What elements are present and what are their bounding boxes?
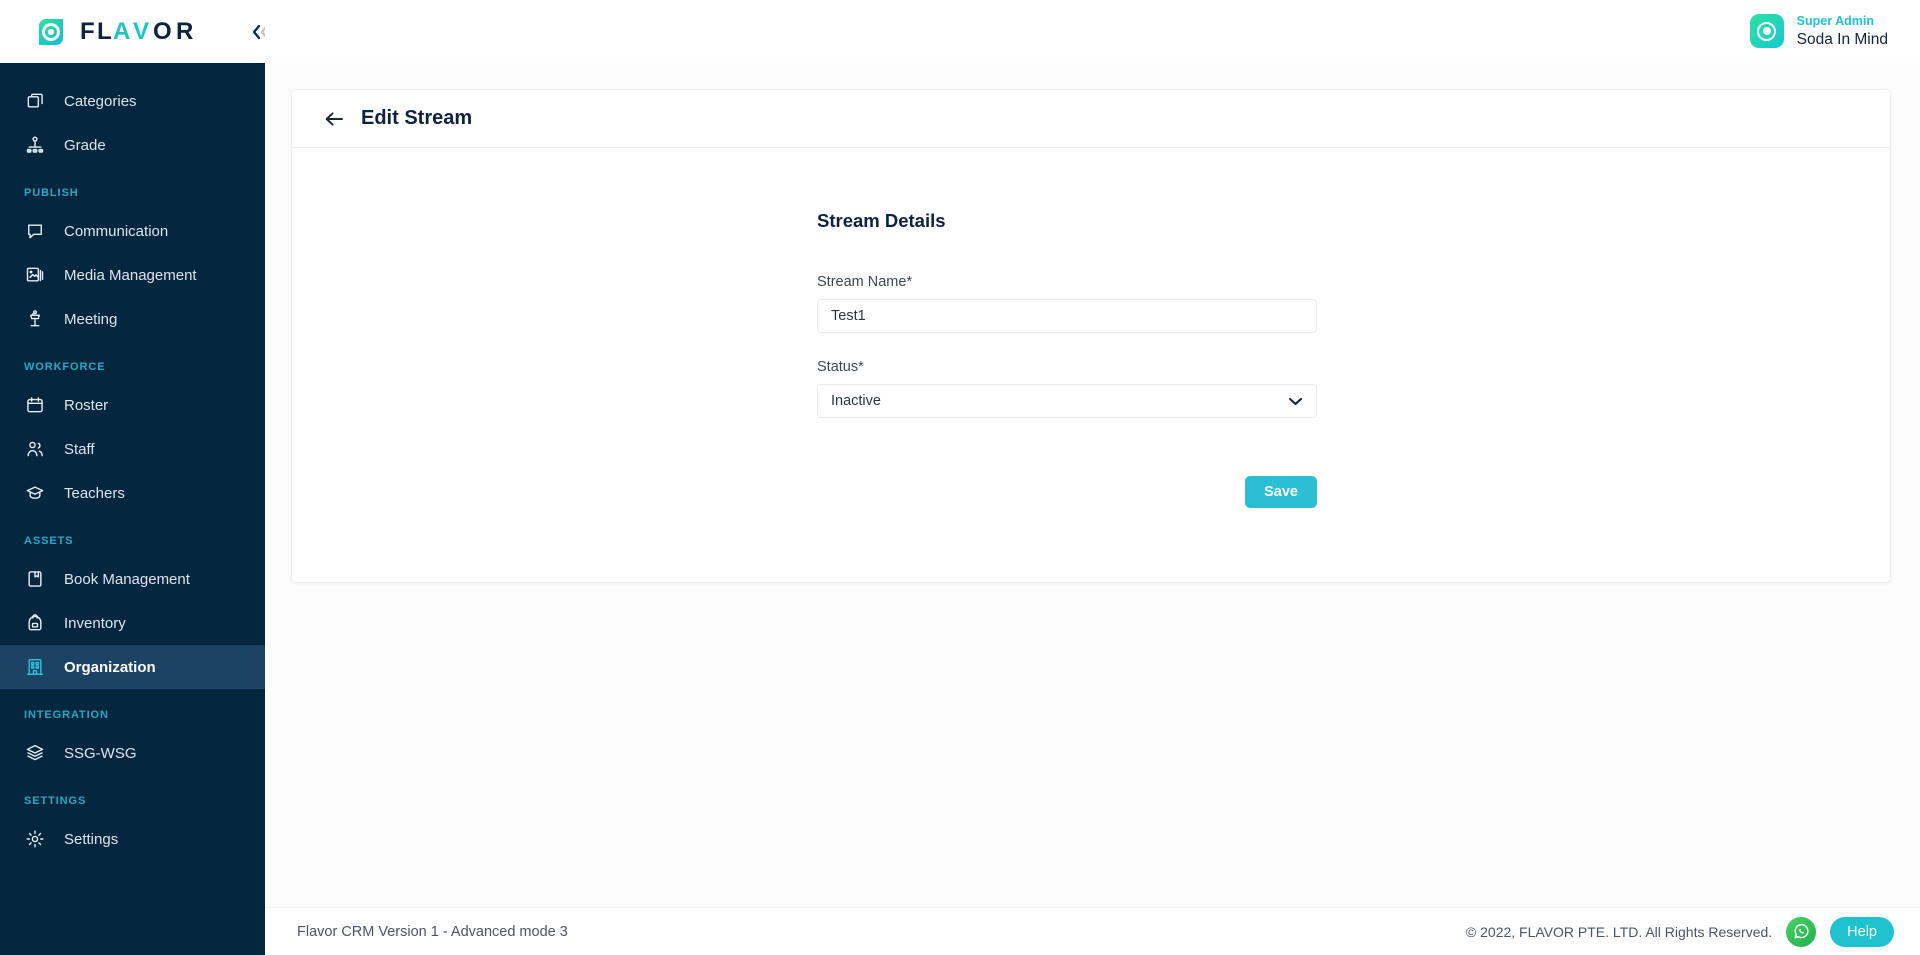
form-actions: Save bbox=[817, 476, 1317, 508]
svg-text:V: V bbox=[133, 19, 151, 45]
svg-text:L: L bbox=[97, 19, 113, 45]
sidebar-item-label: Inventory bbox=[64, 614, 126, 632]
status-select[interactable]: Inactive bbox=[817, 384, 1317, 418]
top-bar: Super Admin Soda In Mind bbox=[265, 0, 1920, 63]
sidebar-item-organization[interactable]: Organization bbox=[0, 645, 265, 689]
grade-hierarchy-icon bbox=[24, 134, 46, 156]
sidebar-item-settings[interactable]: Settings bbox=[0, 817, 265, 861]
target-ring-icon bbox=[1757, 21, 1777, 41]
sidebar-group-assets: ASSETS bbox=[24, 535, 74, 547]
field-status: Status* Inactive bbox=[817, 359, 1317, 418]
sidebar-scrolled-item-sliver bbox=[0, 69, 265, 79]
sidebar-item-label: Communication bbox=[64, 222, 169, 240]
sidebar-item-categories[interactable]: Categories bbox=[0, 79, 265, 123]
sidebar-item-label: Settings bbox=[64, 830, 119, 848]
stream-name-label: Stream Name* bbox=[817, 274, 913, 290]
status-label: Status* bbox=[817, 359, 864, 375]
sidebar-item-label: Staff bbox=[64, 440, 95, 458]
sidebar-item-label: Roster bbox=[64, 396, 109, 414]
footer-version: Flavor CRM Version 1 - Advanced mode 3 bbox=[297, 923, 568, 940]
user-profile-menu[interactable]: Super Admin Soda In Mind bbox=[1749, 13, 1888, 49]
graduation-cap-icon bbox=[24, 482, 46, 504]
sidebar-item-label: Categories bbox=[64, 92, 137, 110]
sidebar-item-book-management[interactable]: Book Management bbox=[0, 557, 265, 601]
status-value: Inactive bbox=[831, 393, 881, 409]
building-icon bbox=[24, 656, 46, 678]
card-header: Edit Stream bbox=[292, 90, 1890, 148]
sidebar-item-label: Media Management bbox=[64, 266, 197, 284]
avatar bbox=[1749, 14, 1784, 49]
sidebar-group-publish: PUBLISH bbox=[24, 187, 79, 199]
field-stream-name: Stream Name* Test1 bbox=[817, 274, 1317, 333]
sidebar-item-media-management[interactable]: Media Management bbox=[0, 253, 265, 297]
whatsapp-icon[interactable] bbox=[1786, 916, 1817, 947]
gear-icon bbox=[24, 828, 46, 850]
sidebar-item-label: SSG-WSG bbox=[64, 744, 137, 762]
categories-icon bbox=[24, 90, 46, 112]
sidebar-nav[interactable]: Categories Grade PUBLISH Communication M… bbox=[0, 63, 265, 955]
book-icon bbox=[24, 568, 46, 590]
svg-text:A: A bbox=[113, 19, 132, 45]
sidebar-item-communication[interactable]: Communication bbox=[0, 209, 265, 253]
footer-copyright: © 2022, FLAVOR PTE. LTD. All Rights Rese… bbox=[1465, 923, 1773, 940]
svg-text:O: O bbox=[153, 19, 173, 45]
user-name: Soda In Mind bbox=[1796, 30, 1888, 48]
help-button[interactable]: Help bbox=[1830, 916, 1894, 947]
edit-stream-card: Edit Stream Stream Details Stream Name* … bbox=[291, 89, 1891, 583]
sidebar-item-label: Grade bbox=[64, 136, 106, 154]
sidebar-logo-bar: F L A V O R bbox=[0, 0, 265, 63]
sidebar-item-inventory[interactable]: Inventory bbox=[0, 601, 265, 645]
sidebar-item-meeting[interactable]: Meeting bbox=[0, 297, 265, 341]
calendar-icon bbox=[24, 394, 46, 416]
stream-form: Stream Details Stream Name* Test1 Status… bbox=[817, 210, 1317, 508]
footer-right: © 2022, FLAVOR PTE. LTD. All Rights Rese… bbox=[1465, 916, 1894, 947]
podium-icon bbox=[24, 308, 46, 330]
card-body: Stream Details Stream Name* Test1 Status… bbox=[292, 148, 1890, 582]
app-root: F L A V O R Categories Grade PUBLISH Com… bbox=[0, 0, 1920, 955]
main-content: Edit Stream Stream Details Stream Name* … bbox=[265, 63, 1920, 955]
section-title: Stream Details bbox=[817, 210, 946, 231]
sidebar-item-roster[interactable]: Roster bbox=[0, 383, 265, 427]
user-role: Super Admin bbox=[1796, 14, 1874, 29]
sidebar-item-grade[interactable]: Grade bbox=[0, 123, 265, 167]
sidebar-group-settings: SETTINGS bbox=[24, 795, 87, 807]
page-title: Edit Stream bbox=[361, 107, 473, 129]
chat-bubble-icon bbox=[24, 220, 46, 242]
media-images-icon bbox=[24, 264, 46, 286]
sidebar-item-label: Book Management bbox=[64, 570, 190, 588]
users-icon bbox=[24, 438, 46, 460]
sidebar-item-label: Organization bbox=[64, 658, 156, 676]
stream-name-value: Test1 bbox=[831, 308, 866, 324]
layers-icon bbox=[24, 742, 46, 764]
flavor-logo-icon bbox=[36, 17, 66, 47]
flavor-logo-wordmark: F L A V O R bbox=[80, 19, 228, 45]
stream-name-input[interactable]: Test1 bbox=[817, 299, 1317, 333]
sidebar-item-teachers[interactable]: Teachers bbox=[0, 471, 265, 515]
sidebar-group-integration: INTEGRATION bbox=[24, 709, 109, 721]
svg-text:F: F bbox=[80, 19, 96, 45]
chevron-down-icon bbox=[1288, 396, 1303, 406]
user-info: Super Admin Soda In Mind bbox=[1797, 13, 1888, 49]
sidebar: F L A V O R Categories Grade PUBLISH Com… bbox=[0, 0, 265, 955]
sidebar-group-workforce: WORKFORCE bbox=[24, 361, 106, 373]
svg-text:R: R bbox=[176, 19, 195, 45]
sidebar-item-label: Teachers bbox=[64, 484, 125, 502]
sidebar-item-staff[interactable]: Staff bbox=[0, 427, 265, 471]
arrow-left-icon[interactable] bbox=[324, 110, 344, 128]
footer: Flavor CRM Version 1 - Advanced mode 3 ©… bbox=[265, 907, 1920, 955]
sidebar-item-label: Meeting bbox=[64, 310, 118, 328]
sidebar-collapse-double-chevron-left-icon[interactable] bbox=[250, 23, 265, 41]
save-button[interactable]: Save bbox=[1245, 476, 1317, 508]
sidebar-item-ssg-wsg[interactable]: SSG-WSG bbox=[0, 731, 265, 775]
backpack-icon bbox=[24, 612, 46, 634]
